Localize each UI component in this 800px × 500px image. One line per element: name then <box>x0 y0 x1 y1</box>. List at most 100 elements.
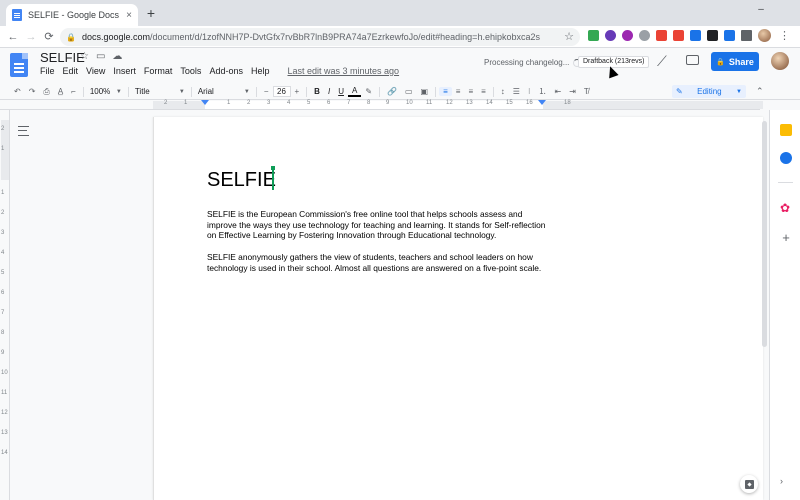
ruler-number: 7 <box>1 310 5 316</box>
scrollbar-thumb[interactable] <box>762 121 767 347</box>
hide-menus-icon[interactable]: ⌃ <box>756 86 764 97</box>
document-title[interactable]: SELFIE <box>40 50 85 65</box>
extension-icon[interactable] <box>656 30 667 41</box>
browser-tab[interactable]: SELFIE - Google Docs × <box>6 4 138 26</box>
insert-comment-icon[interactable]: ▭ <box>401 87 417 96</box>
explore-button[interactable] <box>740 475 758 493</box>
document-outline-icon[interactable] <box>18 126 29 136</box>
share-button[interactable]: 🔒 Share <box>711 52 759 71</box>
print-icon[interactable]: ⎙ <box>39 87 53 97</box>
account-avatar[interactable] <box>771 52 789 70</box>
ruler-number: 1 <box>1 146 5 152</box>
left-indent-marker[interactable] <box>201 100 209 105</box>
extension-icon[interactable] <box>690 30 701 41</box>
close-tab-icon[interactable]: × <box>126 10 132 21</box>
menu-insert[interactable]: Insert <box>113 66 136 76</box>
increase-indent-icon[interactable]: ⇥ <box>565 87 580 96</box>
ruler-number: 3 <box>1 230 5 236</box>
minimize-window-button[interactable]: – <box>756 4 766 15</box>
extension-icon[interactable] <box>724 30 735 41</box>
spellcheck-icon[interactable]: A̲ <box>54 87 67 96</box>
menu-tools[interactable]: Tools <box>180 66 201 76</box>
last-edit-link[interactable]: Last edit was 3 minutes ago <box>287 66 399 76</box>
increase-font-size-button[interactable]: + <box>291 87 304 96</box>
align-left-icon[interactable]: ≡ <box>439 87 452 96</box>
move-folder-icon[interactable]: ▭ <box>96 51 105 62</box>
keep-icon[interactable] <box>780 124 792 136</box>
ruler-right-margin[interactable] <box>543 101 763 109</box>
ruler-number: 18 <box>564 100 571 106</box>
bold-button[interactable]: B <box>310 87 324 96</box>
underline-button[interactable]: U <box>334 87 348 96</box>
bookmark-star-icon[interactable]: ☆ <box>564 30 574 43</box>
cloud-status-icon[interactable]: ☁ <box>112 51 122 62</box>
ruler-number: 8 <box>367 100 371 106</box>
paragraph[interactable]: SELFIE anonymously gathers the view of s… <box>207 252 547 273</box>
extension-icon[interactable] <box>639 30 650 41</box>
extension-icon[interactable] <box>588 30 599 41</box>
zoom-select[interactable]: 100% ▼ <box>87 87 125 96</box>
star-icon[interactable]: ☆ <box>80 51 89 62</box>
style-select[interactable]: Title ▼ <box>132 87 188 96</box>
collapse-panel-icon[interactable]: › <box>780 476 783 486</box>
decrease-indent-icon[interactable]: ⇤ <box>551 87 566 96</box>
font-select[interactable]: Arial ▼ <box>195 87 253 96</box>
vertical-scrollbar[interactable] <box>762 117 768 347</box>
justify-icon[interactable]: ≡ <box>477 87 490 96</box>
menu-file[interactable]: File <box>40 66 55 76</box>
menu-addons[interactable]: Add-ons <box>209 66 243 76</box>
zoom-value: 100% <box>89 87 111 96</box>
decrease-font-size-button[interactable]: − <box>260 87 273 96</box>
forward-button[interactable]: → <box>22 31 40 43</box>
font-size-input[interactable]: 26 <box>272 86 291 97</box>
insert-image-icon[interactable]: ▣ <box>417 87 433 96</box>
align-right-icon[interactable]: ≡ <box>464 87 477 96</box>
browser-menu-icon[interactable]: ⋮ <box>779 29 790 42</box>
ruler-number: 15 <box>506 100 513 106</box>
toolbar-divider <box>492 86 494 97</box>
menu-edit[interactable]: Edit <box>63 66 79 76</box>
back-button[interactable]: ← <box>4 31 22 43</box>
document-page[interactable]: SELFIE SELFIE is the European Commission… <box>153 117 763 500</box>
right-indent-marker[interactable] <box>538 100 546 105</box>
paint-format-icon[interactable]: ⌐ <box>67 87 80 96</box>
paragraph[interactable]: SELFIE is the European Commission's free… <box>207 209 547 241</box>
numbered-list-icon[interactable]: ⒈ <box>535 86 551 97</box>
extension-icon[interactable] <box>707 30 718 41</box>
checklist-icon[interactable]: ☰ <box>509 87 524 96</box>
extension-icon[interactable] <box>673 30 684 41</box>
editing-mode-select[interactable]: ✎ Editing ▼ <box>672 85 746 98</box>
highlight-color-icon[interactable]: ✎ <box>361 87 376 96</box>
document-heading[interactable]: SELFIE <box>207 169 276 192</box>
collaborator-cursor <box>271 166 275 190</box>
addon-icon[interactable]: ✿ <box>780 202 792 214</box>
italic-button[interactable]: I <box>324 87 334 96</box>
menu-format[interactable]: Format <box>144 66 173 76</box>
bulleted-list-icon[interactable]: ⁝ <box>524 87 535 96</box>
extension-icon[interactable] <box>605 30 616 41</box>
reload-button[interactable]: ⟳ <box>40 30 58 43</box>
redo-icon[interactable]: ↷ <box>25 87 40 96</box>
align-center-icon[interactable]: ≡ <box>452 87 465 96</box>
lock-icon[interactable]: 🔒 <box>66 33 76 42</box>
text-color-button[interactable]: A <box>347 86 362 97</box>
clear-formatting-icon[interactable]: T̸ <box>580 87 593 96</box>
new-tab-button[interactable]: + <box>144 5 158 21</box>
menu-view[interactable]: View <box>86 66 105 76</box>
puzzle-icon[interactable] <box>741 30 752 41</box>
activity-trend-icon[interactable]: ⟋ <box>657 53 667 70</box>
tasks-icon[interactable] <box>780 152 792 164</box>
extension-icon[interactable] <box>622 30 633 41</box>
undo-icon[interactable]: ↶ <box>10 87 25 96</box>
insert-link-icon[interactable]: 🔗 <box>383 87 401 96</box>
add-addon-icon[interactable]: + <box>780 231 792 244</box>
profile-avatar[interactable] <box>758 29 771 42</box>
menu-help[interactable]: Help <box>251 66 270 76</box>
address-bar[interactable]: 🔒 docs.google.com /document/d/1zofNNH7P-… <box>60 28 580 46</box>
ruler-left-margin[interactable] <box>153 101 205 109</box>
docs-logo-icon[interactable] <box>10 53 28 77</box>
ruler-number: 2 <box>164 100 168 106</box>
ruler-number: 6 <box>1 290 5 296</box>
line-spacing-icon[interactable]: ↕ <box>497 87 509 96</box>
comment-history-icon[interactable] <box>686 55 699 65</box>
